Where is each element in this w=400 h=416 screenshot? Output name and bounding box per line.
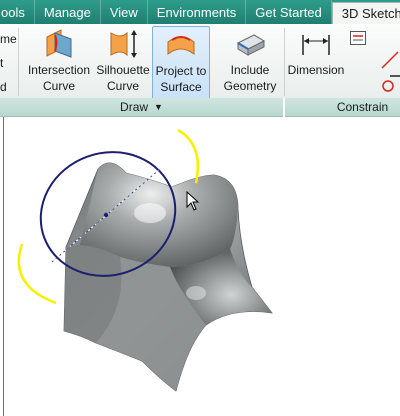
cut-label-2: t [0, 56, 4, 70]
tab-view[interactable]: View [101, 0, 148, 24]
project-to-surface-label-2: Surface [160, 80, 202, 94]
intersection-curve-label-2: Curve [42, 79, 75, 93]
cut-label-1: me [0, 32, 17, 46]
silhouette-curve-icon [103, 26, 143, 62]
draw-panel-label[interactable]: Draw ▼ [0, 98, 283, 117]
viewport-border [3, 117, 4, 416]
rotation-arc-left[interactable] [17, 243, 57, 305]
dimension-label: Dimension [287, 63, 345, 77]
model-canvas [17, 128, 273, 392]
tab-3d-sketch[interactable]: 3D Sketch [331, 2, 400, 24]
3d-model[interactable] [63, 162, 273, 392]
panel-divider [284, 28, 285, 96]
tab-environments[interactable]: Environments [148, 0, 247, 24]
intersection-curve-label-1: Intersection [27, 63, 91, 77]
intersection-curve-icon [39, 26, 79, 62]
dimension-button[interactable]: Dimension [286, 26, 346, 98]
project-to-surface-label-1: Project to [155, 64, 207, 78]
intersection-curve-button[interactable]: Intersection Curve [24, 26, 94, 98]
include-geometry-label-1: Include [230, 63, 270, 77]
menu-tab-bar: ools Manage View Environments Get Starte… [0, 0, 400, 24]
panel-divider [18, 28, 19, 96]
include-geometry-button[interactable]: Include Geometry [216, 26, 284, 98]
silhouette-curve-label-2: Curve [106, 79, 139, 93]
cursor-arrow-icon [186, 190, 200, 216]
show-constraints-icon[interactable] [348, 28, 368, 48]
tab-tools[interactable]: ools [0, 0, 35, 24]
draw-panel-title: Draw [120, 100, 149, 114]
dimension-icon [296, 26, 336, 62]
include-geometry-icon [230, 26, 270, 62]
tab-get-started[interactable]: Get Started [246, 0, 332, 24]
cut-label-3: d [0, 80, 7, 94]
chevron-down-icon: ▼ [154, 102, 163, 112]
project-to-surface-icon [161, 27, 201, 63]
constrain-panel-title: Constrain [336, 100, 389, 114]
tangent-constraint-icon[interactable] [380, 74, 400, 94]
silhouette-curve-label-1: Silhouette [96, 63, 150, 77]
ribbon: me t d Intersection Curve Silhouette Cur… [0, 24, 400, 100]
include-geometry-label-2: Geometry [223, 79, 277, 93]
tab-manage[interactable]: Manage [35, 0, 101, 24]
rotation-arc-top[interactable] [177, 128, 200, 184]
silhouette-curve-button[interactable]: Silhouette Curve [94, 26, 152, 98]
graphics-viewport[interactable] [0, 117, 400, 416]
constrain-panel-label[interactable]: Constrain [285, 98, 400, 117]
project-to-surface-button[interactable]: Project to Surface [152, 26, 210, 100]
coincident-constraint-icon[interactable] [380, 50, 400, 70]
